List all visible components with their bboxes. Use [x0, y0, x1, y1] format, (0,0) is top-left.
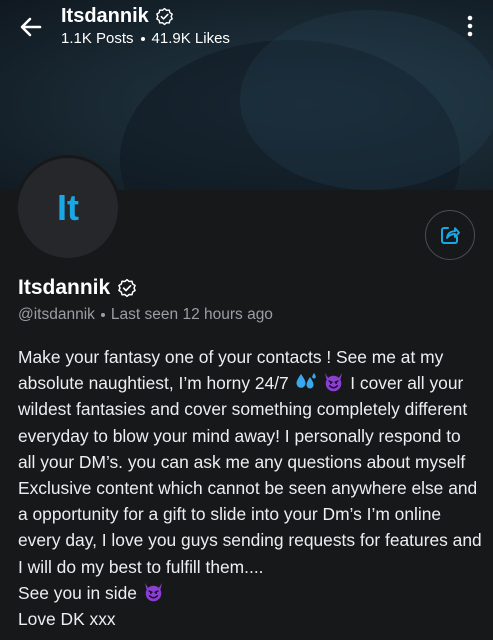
bio-line: absolute naughtiest, I’m horny 24/7 I co… [18, 370, 488, 396]
bio-line: I will do my best to fulfill them.... [18, 556, 264, 577]
more-options-button[interactable] [460, 14, 480, 38]
back-button[interactable] [16, 12, 46, 42]
profile-name-row: Itsdannik [18, 276, 137, 300]
bio-line: Make your fantasy one of your contacts !… [18, 347, 444, 367]
bio-text: See you in side [18, 582, 137, 603]
share-button[interactable] [425, 210, 475, 260]
verified-badge-icon [155, 7, 173, 26]
profile-name: Itsdannik [18, 276, 111, 299]
header-stats: 1.1K Posts 41.9K Likes [61, 30, 230, 47]
separator-dot [140, 36, 145, 41]
bio-line: Love DK xxx [18, 609, 116, 630]
bio-line: all your DM’s. you can ask me any questi… [18, 451, 466, 472]
profile-handle: @itsdannik [18, 306, 95, 323]
verified-badge-icon [118, 278, 137, 298]
profile-handle-row: @itsdannik Last seen 12 hours ago [18, 306, 273, 324]
bio-line: See you in side [18, 580, 488, 606]
profile-bio: Make your fantasy one of your contacts !… [18, 344, 488, 632]
likes-count[interactable]: 41.9K Likes [152, 30, 230, 47]
bio-text: absolute naughtiest, I’m horny 24/7 [18, 373, 289, 394]
bio-line: everyday to blow your mind away! I perso… [18, 425, 461, 446]
smiling-devil-icon [325, 373, 343, 392]
arrow-left-icon [20, 17, 42, 37]
bio-line: every day, I love you guys sending reque… [18, 530, 482, 551]
avatar[interactable]: It [15, 155, 121, 261]
bio-line: a opportunity for a gift to slide into y… [18, 504, 442, 525]
separator-dot [100, 313, 105, 317]
header-title: Itsdannik [61, 5, 149, 27]
sweat-droplets-icon [296, 373, 316, 389]
last-seen-status: Last seen 12 hours ago [110, 306, 273, 323]
smiling-devil-icon [144, 582, 162, 602]
bio-text: I cover all your [350, 373, 464, 394]
bio-line: Exclusive content which cannot be seen a… [18, 478, 478, 499]
avatar-initials: It [57, 187, 79, 228]
share-icon [441, 227, 460, 244]
top-bar: Itsdannik 1.1K Posts 41.9K Likes [0, 0, 493, 60]
header-title-row: Itsdannik [61, 5, 174, 28]
more-vertical-icon [467, 15, 473, 37]
posts-count[interactable]: 1.1K Posts [61, 30, 134, 47]
bio-line: wildest fantasies and cover something co… [18, 399, 468, 420]
